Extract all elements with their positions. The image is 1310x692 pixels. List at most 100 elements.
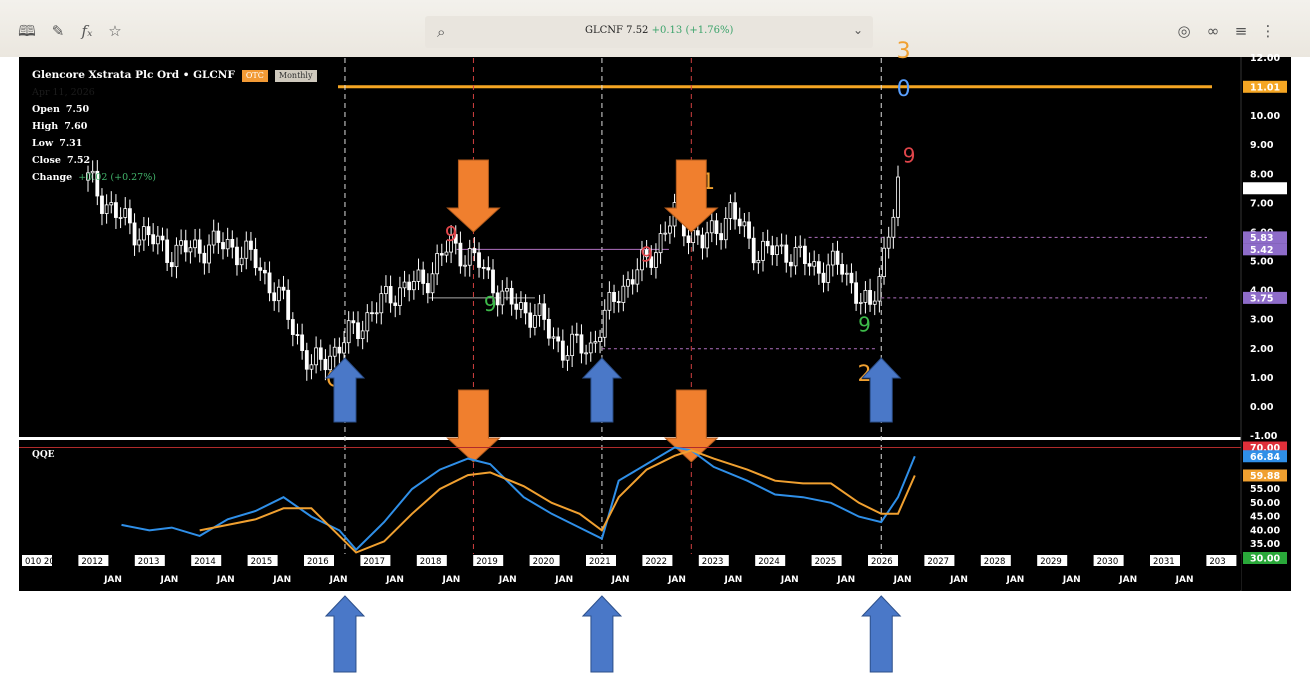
qqe-slow-line [199, 449, 916, 554]
price-tick-label: 0.00 [1250, 402, 1274, 413]
candle-body [854, 282, 859, 304]
year-label: 2030 [1097, 557, 1119, 567]
high-value: 7.60 [64, 121, 88, 132]
instrument-name: Glencore Xstrata Plc Ord • GLCNF [32, 69, 235, 81]
candle-body [700, 234, 705, 249]
candle-body [872, 300, 877, 305]
year-label: 2031 [1153, 557, 1175, 567]
candle-body [812, 261, 817, 267]
wave-label: 3 [897, 39, 911, 64]
candle-body [286, 289, 291, 320]
candle-body [705, 232, 710, 249]
candle-body [276, 286, 281, 302]
qqe-value-label: 66.84 [1250, 452, 1280, 463]
candle-body [295, 334, 300, 336]
candle-body [151, 234, 156, 245]
candle-body [793, 247, 798, 267]
candle-body [821, 272, 826, 283]
candle-body [374, 312, 379, 315]
qqe-level-label: 30.00 [1250, 554, 1280, 565]
candle-body [290, 319, 295, 335]
candle-body [663, 232, 668, 235]
qqe-pane-title: QQE [32, 450, 55, 460]
interval-badge[interactable]: Monthly [274, 70, 317, 82]
candle-body [765, 240, 770, 247]
close-label: Close [32, 155, 61, 166]
candle-body [183, 240, 188, 253]
month-label: JAN [441, 575, 460, 585]
candle-body [635, 269, 640, 285]
candle-body [244, 240, 249, 259]
candle-body [346, 320, 351, 344]
candle-body [207, 244, 211, 264]
candle-body [835, 250, 840, 265]
candle-body [235, 246, 239, 266]
candle-body [225, 238, 230, 250]
open-value: 7.50 [65, 104, 90, 115]
candle-body [188, 247, 193, 253]
month-label: JAN [216, 575, 235, 585]
price-tick-label: 2.00 [1250, 344, 1274, 355]
candle-body [658, 233, 663, 254]
month-label: JAN [1005, 575, 1024, 585]
candle-body [439, 253, 444, 256]
candle-body [141, 226, 146, 241]
up-arrow-bottom [581, 595, 623, 673]
year-label: 2019 [476, 557, 498, 567]
month-label: JAN [1062, 575, 1081, 585]
price-tick-label: 8.00 [1250, 169, 1274, 180]
candle-body [300, 334, 305, 351]
year-label: 010 2011 [25, 557, 66, 567]
up-arrow-bottom [324, 595, 366, 673]
qqe-tick-label: 55.00 [1250, 484, 1280, 495]
td-count-label: 9 [858, 312, 871, 336]
candle-body [551, 336, 556, 339]
price-tag [1243, 182, 1287, 195]
low-value: 7.31 [59, 138, 83, 149]
month-label: JAN [272, 575, 291, 585]
price-tick-label: 3.00 [1250, 315, 1274, 326]
candle-body [249, 240, 253, 250]
candle-body [896, 176, 900, 218]
candle-body [197, 239, 202, 254]
candle-body [351, 320, 356, 324]
candle-body [779, 244, 784, 247]
exchange-badge: OTC [241, 70, 268, 82]
candle-body [267, 272, 272, 294]
candle-body [686, 235, 691, 243]
candle-body [114, 202, 118, 218]
candle-body [505, 287, 509, 292]
candle-body [365, 312, 370, 332]
candle-body [360, 330, 365, 339]
candle-body [179, 240, 184, 246]
candle-body [314, 347, 319, 366]
year-label: 2012 [81, 557, 103, 567]
td-count-label: 9 [903, 144, 916, 168]
candle-body [691, 230, 696, 243]
candle-body [337, 346, 342, 354]
price-tick-label: 1.00 [1250, 373, 1274, 384]
candle-body [826, 264, 831, 283]
td-count-label: 9 [640, 243, 653, 267]
month-label: JAN [498, 575, 517, 585]
candle-body [109, 202, 114, 206]
year-label: 2014 [194, 557, 216, 567]
candle-body [709, 220, 714, 234]
year-label: 2021 [589, 557, 611, 567]
candle-body [542, 303, 547, 320]
candle-body [272, 292, 277, 302]
qqe-tick-label: 45.00 [1250, 512, 1280, 523]
candle-body [775, 245, 779, 256]
month-label: JAN [329, 575, 348, 585]
candle-body [886, 236, 891, 249]
candle-body [877, 276, 882, 302]
year-label: 2015 [251, 557, 273, 567]
candle-body [370, 312, 374, 315]
qqe-fast-line [121, 446, 916, 552]
td-count-label: 9 [445, 222, 458, 246]
candle-body [472, 248, 477, 254]
price-tag-label: 3.75 [1250, 293, 1273, 304]
month-label: JAN [159, 575, 178, 585]
candle-body [602, 309, 607, 338]
candle-body [444, 251, 449, 256]
